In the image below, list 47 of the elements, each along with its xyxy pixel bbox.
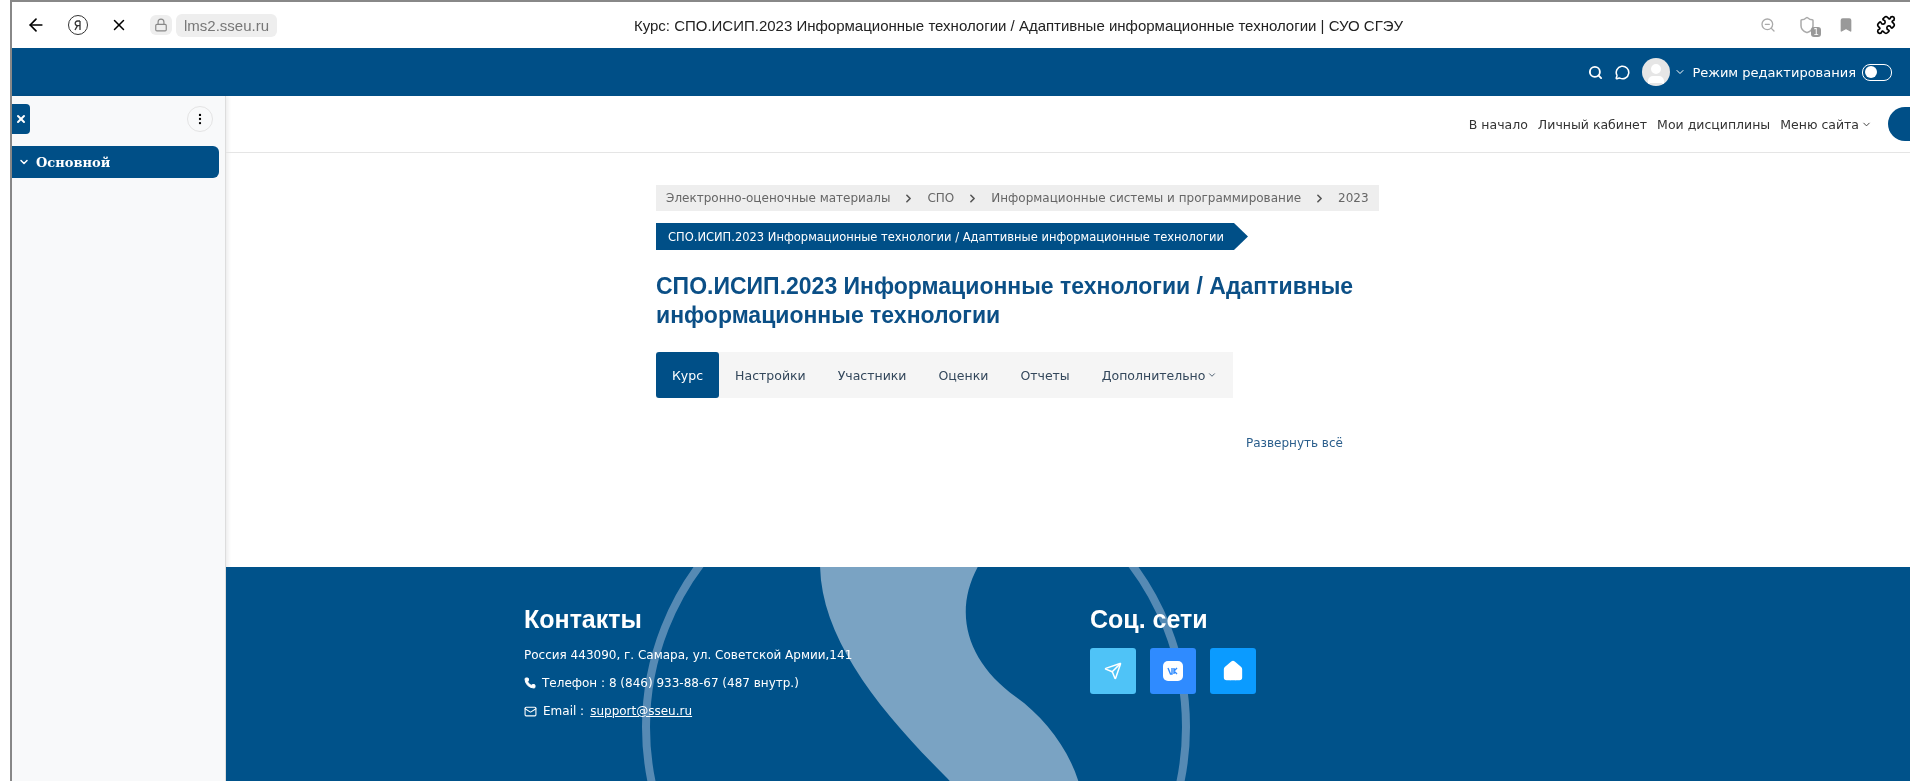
- breadcrumb-link[interactable]: Электронно-оценочные материалы: [666, 191, 891, 205]
- address-text: Россия 443090, г. Самара, ул. Советской Армии,141: [524, 648, 854, 662]
- phone-icon: [524, 677, 536, 689]
- tab[interactable]: Настройки: [719, 352, 822, 398]
- lock-icon: [154, 18, 168, 32]
- tab[interactable]: Дополнительно: [1085, 352, 1234, 398]
- edit-mode-label: Режим редактирования: [1692, 64, 1856, 80]
- drawer-item[interactable]: Основной: [12, 146, 219, 178]
- tab[interactable]: Участники: [821, 352, 923, 398]
- chat-icon[interactable]: [1615, 64, 1631, 80]
- home-icon: [1222, 660, 1244, 682]
- contacts-heading: Контакты: [524, 605, 643, 634]
- email-label: Email :: [543, 704, 585, 718]
- expand-all-link[interactable]: Развернуть всё: [1246, 436, 1910, 450]
- social-heading: Соц. сети: [1090, 605, 1209, 634]
- nav-link[interactable]: В начало: [1468, 116, 1528, 132]
- mail-icon: [524, 704, 537, 718]
- close-icon: [15, 113, 27, 125]
- phone-text: Телефон : 8 (846) 933-88-67 (487 внутр.): [542, 676, 799, 690]
- tab[interactable]: Курс: [656, 352, 720, 398]
- social-link[interactable]: [1150, 648, 1196, 694]
- search-icon[interactable]: [1588, 64, 1604, 80]
- breadcrumb-link[interactable]: Информационные системы и программирование: [991, 191, 1302, 205]
- caret-icon: [1207, 370, 1218, 380]
- edit-mode-toggle[interactable]: [1862, 63, 1892, 81]
- breadcrumb-link[interactable]: 2023: [1338, 191, 1369, 205]
- shield-icon[interactable]: [1798, 16, 1816, 34]
- course-badge[interactable]: СПО.ИСИП.2023 Информационные технологии / Адаптивные информационные технологии: [656, 223, 1248, 250]
- tab[interactable]: Оценки: [922, 352, 1005, 398]
- nav-link[interactable]: Меню сайта: [1780, 116, 1872, 132]
- bookmark-icon[interactable]: [1838, 17, 1854, 33]
- nav-link[interactable]: Личный кабинет: [1537, 116, 1648, 132]
- drawer-toggle-button[interactable]: [1888, 107, 1910, 141]
- extensions-icon[interactable]: [1876, 15, 1896, 35]
- tab[interactable]: Отчеты: [1004, 352, 1086, 398]
- notification-count: 1: [1811, 27, 1821, 37]
- vk-icon: [1162, 660, 1184, 682]
- email-link[interactable]: support@sseu.ru: [590, 704, 693, 718]
- avatar[interactable]: [1642, 58, 1671, 86]
- breadcrumb-link[interactable]: СПО: [927, 191, 955, 205]
- page-heading: СПО.ИСИП.2023 Информационные технологии / Адаптивные информационные технологии: [656, 272, 1355, 330]
- close-button[interactable]: [12, 104, 30, 134]
- paper-plane-icon: [1104, 662, 1122, 680]
- nav-link[interactable]: Мои дисциплины: [1657, 116, 1771, 132]
- social-link[interactable]: [1210, 648, 1256, 694]
- address-bar[interactable]: lms2.sseu.ru: [176, 13, 278, 37]
- page-title: Курс: СПО.ИСИП.2023 Информационные технологии / Адаптивные информационные технологии | СУО СГЭУ: [632, 16, 1405, 34]
